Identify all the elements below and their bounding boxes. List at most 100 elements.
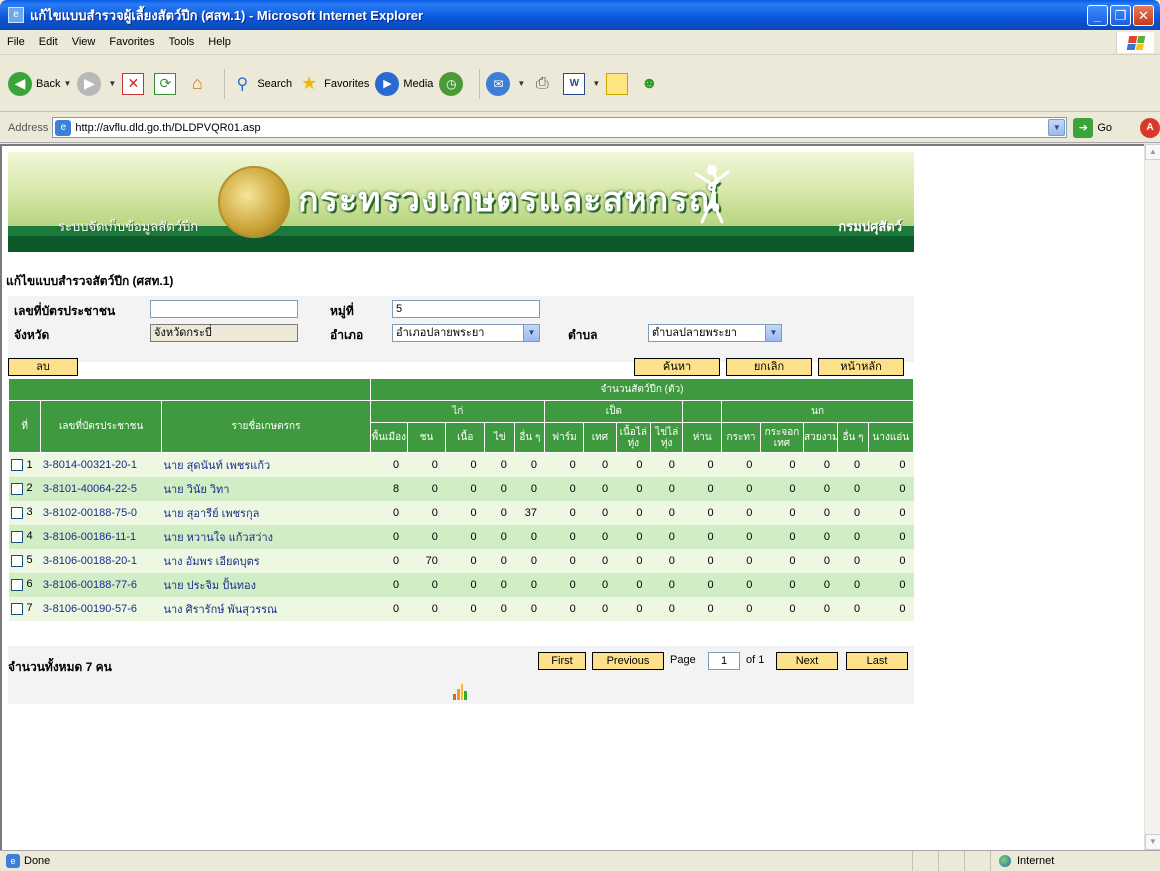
farmer-name-link[interactable]: นาย สุดนันท์ เพชรแก้ว <box>161 452 371 477</box>
farmer-name-link[interactable]: นาย หวานใจ แก้วสว่าง <box>161 524 371 549</box>
id-card-link[interactable]: 3-8101-40064-22-5 <box>40 476 162 501</box>
farmer-name-link[interactable]: นาย สุอารีย์ เพชรกุล <box>161 500 371 525</box>
row-checkbox[interactable] <box>10 602 23 615</box>
count-cell: 0 <box>721 596 761 621</box>
id-card-link[interactable]: 3-8106-00190-57-6 <box>40 596 162 621</box>
title-bar[interactable]: e แก้ไขแบบสำรวจผู้เลี้ยงสัตว์ปีก (ศสท.1)… <box>0 0 1160 30</box>
next-page-button[interactable]: Next <box>776 652 838 670</box>
messenger-button[interactable]: ☻ <box>638 73 664 95</box>
row-number: 7 <box>26 602 33 615</box>
row-checkbox[interactable] <box>10 506 23 519</box>
mail-button[interactable]: ✉ ▼ <box>486 71 525 96</box>
id-card-link[interactable]: 3-8014-00321-20-1 <box>40 452 162 477</box>
count-cell: 0 <box>760 524 804 549</box>
village-input[interactable]: 5 <box>392 300 540 318</box>
windows-logo-icon <box>1116 32 1154 53</box>
home-page-button[interactable]: หน้าหลัก <box>818 358 904 376</box>
pdf-icon[interactable]: A <box>1140 117 1160 138</box>
chevron-down-icon[interactable]: ▼ <box>517 79 525 88</box>
count-cell: 0 <box>583 548 617 573</box>
count-cell: 0 <box>803 452 838 477</box>
farmer-name-link[interactable]: นาย ประจิม ปั้นทอง <box>161 572 371 597</box>
chevron-down-icon[interactable]: ▼ <box>592 79 600 88</box>
close-button[interactable]: ✕ <box>1133 4 1154 26</box>
subdistrict-select[interactable]: ตำบลปลายพระยา ▼ <box>648 324 782 342</box>
count-cell: 0 <box>484 596 515 621</box>
farmer-name-link[interactable]: นาง ศิรารักษ์ พันสุวรรณ <box>161 596 371 621</box>
home-button[interactable]: ⌂ <box>186 73 212 95</box>
id-card-link[interactable]: 3-8106-00188-77-6 <box>40 572 162 597</box>
page-number-input[interactable]: 1 <box>708 652 740 670</box>
chevron-down-icon[interactable]: ▼ <box>108 79 116 88</box>
refresh-button[interactable]: ⟳ <box>154 72 180 95</box>
count-cell: 0 <box>803 500 838 525</box>
stop-button[interactable]: ✕ <box>122 72 148 95</box>
history-button[interactable]: ◷ <box>439 71 467 96</box>
district-label: อำเภอ <box>330 328 364 342</box>
go-button[interactable]: ➔ Go <box>1073 117 1112 138</box>
delete-button[interactable]: ลบ <box>8 358 78 376</box>
maximize-button[interactable]: ❐ <box>1110 4 1131 26</box>
menu-help[interactable]: Help <box>201 36 238 48</box>
table-body: 1 3-8014-00321-20-1 นาย สุดนันท์ เพชรแก้ว 0… <box>8 452 914 621</box>
menu-favorites[interactable]: Favorites <box>102 36 161 48</box>
id-card-link[interactable]: 3-8106-00186-11-1 <box>40 524 162 549</box>
toolbar-separator <box>224 68 226 99</box>
forward-button[interactable]: ▶ ▼ <box>77 71 116 96</box>
row-number: 1 <box>26 458 33 471</box>
media-button[interactable]: ▶ Media <box>375 71 433 96</box>
chevron-down-icon[interactable]: ▼ <box>63 79 71 88</box>
report-chart-icon[interactable] <box>453 682 467 700</box>
count-cell: 0 <box>616 596 651 621</box>
favorites-button[interactable]: ★ Favorites <box>298 73 369 95</box>
id-card-link[interactable]: 3-8102-00188-75-0 <box>40 500 162 525</box>
minimize-button[interactable]: _ <box>1087 4 1108 26</box>
row-checkbox[interactable] <box>10 530 23 543</box>
edit-button[interactable]: W ▼ <box>563 72 600 95</box>
count-cell: 0 <box>514 476 545 501</box>
chevron-down-icon[interactable]: ▼ <box>523 325 539 341</box>
id-card-link[interactable]: 3-8106-00188-20-1 <box>40 548 162 573</box>
row-checkbox[interactable] <box>10 482 23 495</box>
count-cell: 0 <box>650 548 683 573</box>
row-checkbox[interactable] <box>10 458 23 471</box>
farmer-name-link[interactable]: นาง อัมพร เอียดบุตร <box>161 548 371 573</box>
count-cell: 0 <box>868 524 914 549</box>
duck-group-header: เป็ด <box>544 400 684 423</box>
search-button-form[interactable]: ค้นหา <box>634 358 720 376</box>
table-row: 2 3-8101-40064-22-5 นาย วินัย วิทา 8 0 0 0 0 0 0 0… <box>8 476 914 501</box>
menu-edit[interactable]: Edit <box>32 36 65 48</box>
count-cell: 0 <box>514 524 545 549</box>
chevron-down-icon[interactable]: ▼ <box>765 325 781 341</box>
count-cell: 0 <box>407 476 446 501</box>
farmer-name-link[interactable]: นาย วินัย วิทา <box>161 476 371 501</box>
search-button[interactable]: ⚲ Search <box>231 73 292 95</box>
menu-view[interactable]: View <box>65 36 103 48</box>
district-select[interactable]: อำเภอปลายพระยา ▼ <box>392 324 540 342</box>
media-icon: ▶ <box>375 71 400 96</box>
first-page-button[interactable]: First <box>538 652 586 670</box>
scroll-up-arrow-icon[interactable]: ▲ <box>1145 144 1160 160</box>
chevron-down-icon[interactable]: ▼ <box>1048 119 1066 136</box>
count-cell: 0 <box>514 452 545 477</box>
scroll-down-arrow-icon[interactable]: ▼ <box>1145 834 1160 850</box>
discuss-button[interactable] <box>606 72 632 95</box>
menu-file[interactable]: File <box>0 36 32 48</box>
row-checkbox[interactable] <box>10 554 23 567</box>
id-card-input[interactable] <box>150 300 298 318</box>
row-number: 3 <box>26 506 33 519</box>
address-input[interactable]: e http://avflu.dld.go.th/DLDPVQR01.asp ▼ <box>52 117 1068 138</box>
menu-tools[interactable]: Tools <box>162 36 202 48</box>
print-button[interactable]: ⎙ <box>531 73 557 95</box>
count-cell: 0 <box>616 524 651 549</box>
table-header-blank <box>8 378 371 401</box>
count-cell: 0 <box>721 476 761 501</box>
back-button[interactable]: ◀ Back ▼ <box>8 71 71 96</box>
status-text: Done <box>24 855 51 867</box>
row-checkbox[interactable] <box>10 578 23 591</box>
cancel-button[interactable]: ยกเลิก <box>726 358 812 376</box>
sub-header-cell: ชน <box>406 422 447 453</box>
previous-page-button[interactable]: Previous <box>592 652 664 670</box>
vertical-scrollbar[interactable]: ▲ ▼ <box>1144 144 1160 850</box>
last-page-button[interactable]: Last <box>846 652 908 670</box>
